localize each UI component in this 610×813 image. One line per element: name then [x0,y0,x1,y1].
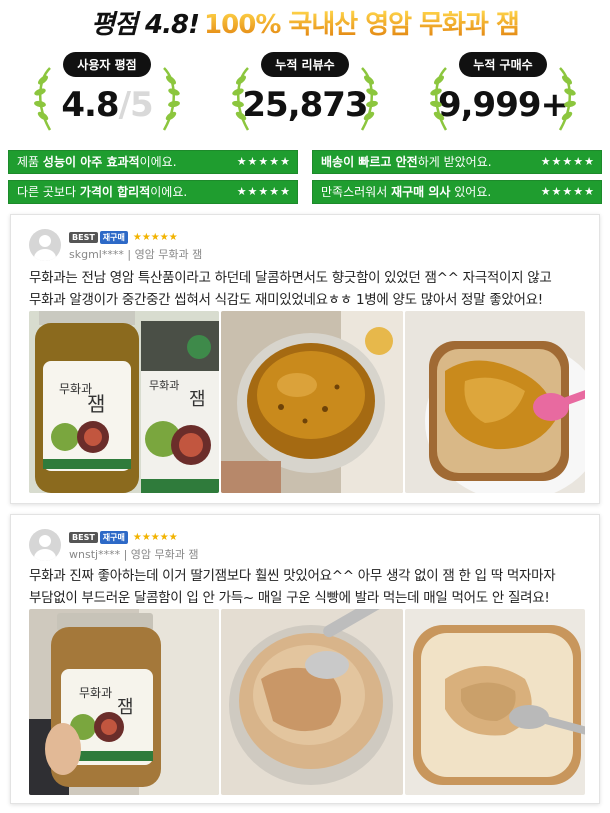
feature-effective: 제품 성능이 아주 효과적이에요. ★★★★★ [8,150,298,174]
review-meta: wnstj**** | 영암 무화과 잼 [69,548,199,561]
review-card: BEST 재구매 ★★★★★ wnstj**** | 영암 무화과 잼 무화과 … [10,514,600,804]
product-headline: 100% 국내산 영암 무화과 잼 [204,10,520,40]
rating-value: 4.8 [61,85,119,125]
laurel-icon [232,67,250,131]
svg-text:무화과: 무화과 [79,686,112,700]
stat-label: 사용자 평점 [63,52,151,77]
stat-label: 누적 리뷰수 [261,52,349,77]
review-photo[interactable] [405,609,585,795]
review-product: 영암 무화과 잼 [130,548,199,561]
rating-scale: /5 [118,85,154,125]
star-icon: ★★★★★ [132,532,178,543]
svg-text:잼: 잼 [189,389,206,410]
avatar-icon [29,229,61,261]
review-body: 무화과 진짜 좋아하는데 이거 딸기잼보다 훨씬 맛있어요^^ 아무 생각 없이… [29,568,556,606]
repurchase-badge: 재구매 [99,231,128,244]
review-photo[interactable] [405,311,585,493]
review-meta: skgml**** | 영암 무화과 잼 [69,248,203,261]
laurel-icon [162,67,180,131]
star-icon: ★★★★★ [534,181,601,203]
laurel-icon [558,67,576,131]
review-card: BEST 재구매 ★★★★★ skgml**** | 영암 무화과 잼 무화과는… [10,214,600,504]
svg-text:무화과: 무화과 [149,379,179,392]
laurel-icon [34,67,52,131]
review-body: 무화과는 전남 영암 특산품이라고 하던데 달콤하면서도 향긋함이 있었던 잼^… [29,270,552,308]
best-badge: BEST [69,232,98,243]
star-icon: ★★★★★ [132,232,178,243]
review-photo[interactable] [221,609,403,795]
review-user: wnstj**** [69,548,121,561]
svg-text:잼: 잼 [117,697,134,718]
star-icon: ★★★★★ [230,181,297,203]
laurel-icon [430,67,448,131]
stat-purchase-count: 누적 구매수 9,999+ [418,50,588,146]
star-icon: ★★★★★ [230,151,297,173]
stat-label: 누적 구매수 [459,52,547,77]
stat-review-count: 누적 리뷰수 25,873 [220,50,390,146]
repurchase-badge: 재구매 [99,531,128,544]
review-photo[interactable]: 무화과 잼 무화과 잼 [29,311,219,493]
feature-repurchase: 만족스러워서 재구매 의사 있어요. ★★★★★ [312,180,602,204]
review-photo[interactable] [221,311,403,493]
stat-user-rating: 사용자 평점 4.8/5 [22,50,192,146]
stats-row: 사용자 평점 4.8/5 누적 리뷰수 25,873 누적 구매수 9,999+ [0,50,610,146]
rating-headline: 평점 4.8! [91,10,200,40]
headline: 평점 4.8! 100% 국내산 영암 무화과 잼 [0,4,610,48]
avatar-icon [29,529,61,561]
feature-price: 다른 곳보다 가격이 합리적이에요. ★★★★★ [8,180,298,204]
best-badge: BEST [69,532,98,543]
review-product: 영암 무화과 잼 [134,248,203,261]
svg-text:잼: 잼 [87,392,105,416]
star-icon: ★★★★★ [534,151,601,173]
review-photo[interactable]: 무화과 잼 [29,609,219,795]
feature-delivery: 배송이 빠르고 안전하게 받았어요. ★★★★★ [312,150,602,174]
review-user: skgml**** [69,248,124,261]
laurel-icon [360,67,378,131]
